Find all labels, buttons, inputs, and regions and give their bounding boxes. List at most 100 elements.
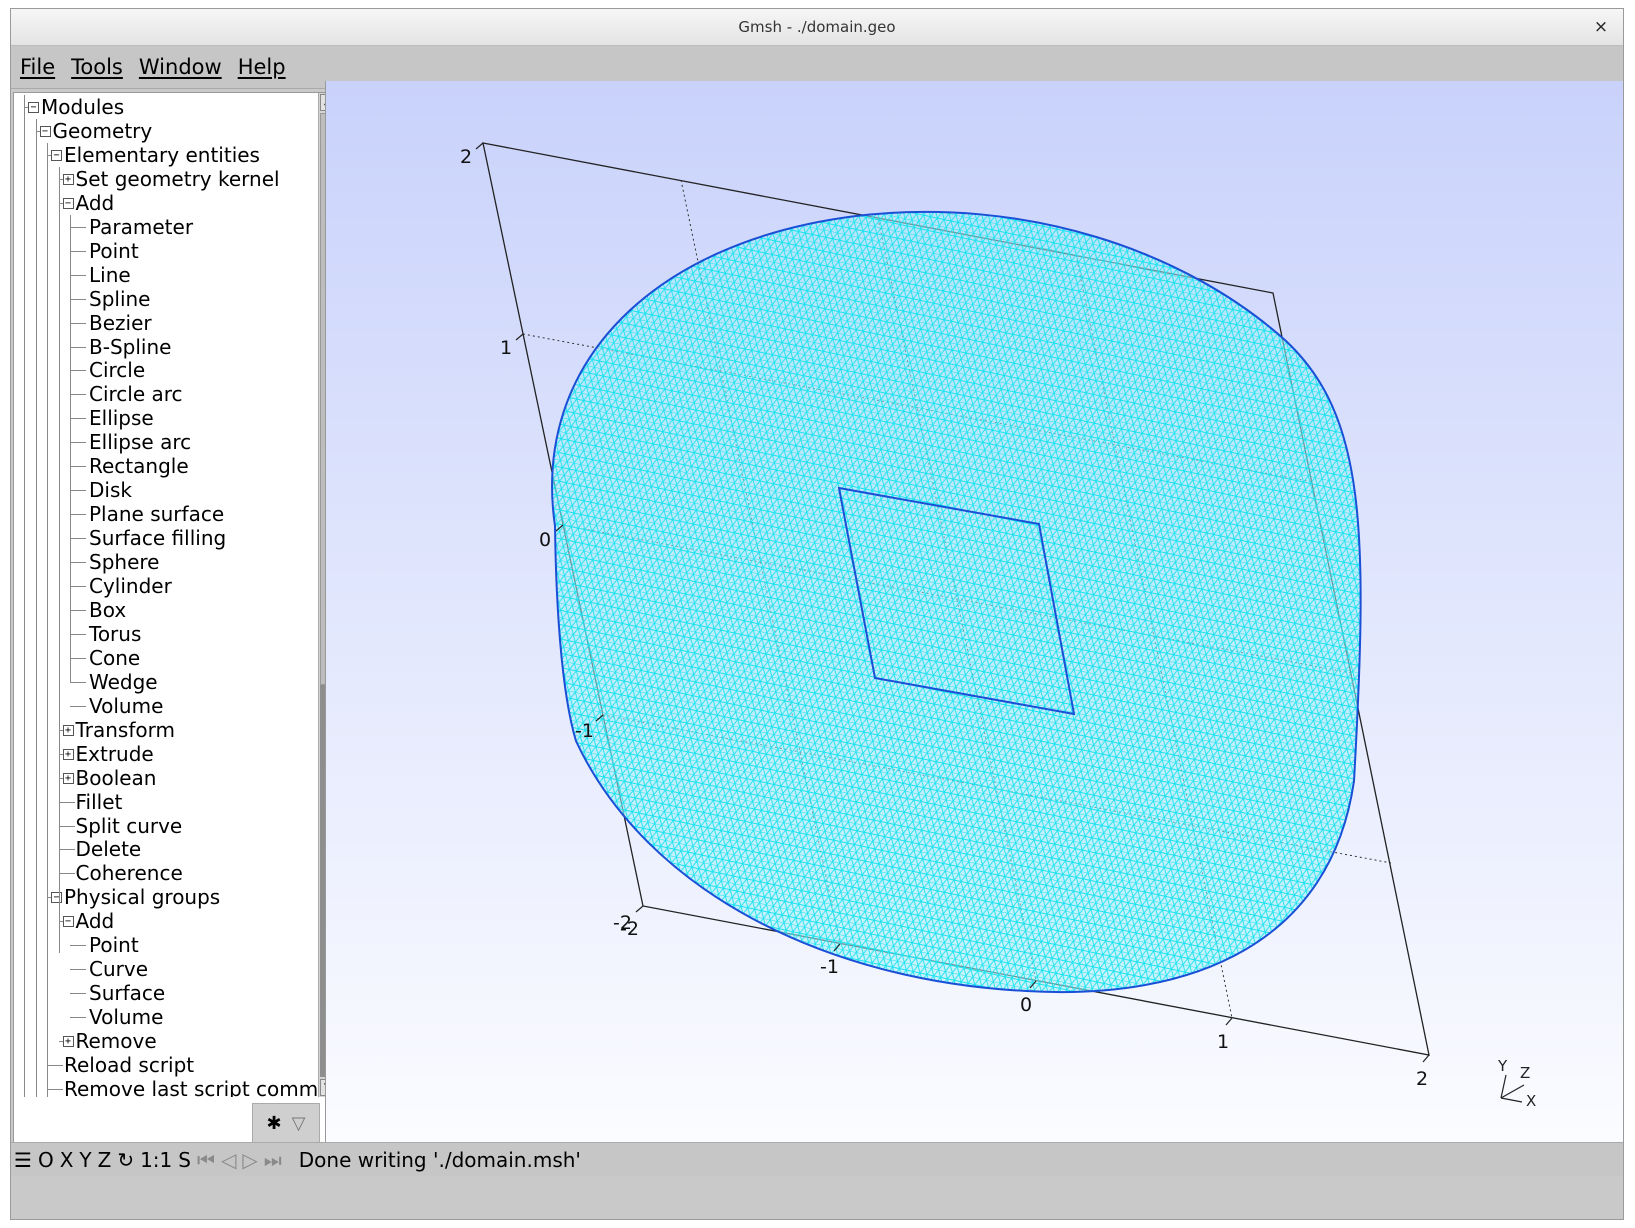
expand-icon[interactable]: + (62, 748, 74, 760)
tree-item-torus[interactable]: Torus (89, 622, 141, 647)
tree-item-split-curve[interactable]: Split curve (76, 814, 183, 839)
tree-item-curve[interactable]: Curve (89, 957, 148, 982)
module-tree-panel: − Modules − Geometry − Elementary entities + Se… (13, 92, 337, 1149)
tree-connector (70, 562, 86, 564)
tree-connector (58, 849, 75, 851)
select-s-button[interactable]: S (175, 1148, 194, 1172)
tree-guide (35, 119, 37, 1148)
expand-icon[interactable]: + (62, 1036, 74, 1048)
rotate-icon[interactable]: ↻ (114, 1148, 137, 1172)
tree-guide (47, 143, 48, 1148)
view-x-button[interactable]: X (57, 1148, 77, 1172)
collapse-icon[interactable]: − (51, 892, 62, 904)
tree-item-volume[interactable]: Volume (89, 1005, 163, 1030)
tree-item-volume[interactable]: Volume (89, 694, 163, 719)
collapse-icon[interactable]: − (62, 916, 74, 928)
tree-connector (70, 490, 86, 492)
tree-item-wedge[interactable]: Wedge (89, 670, 158, 695)
tree-item-disk[interactable]: Disk (89, 478, 132, 503)
tree-item-point[interactable]: Point (89, 933, 139, 958)
tree-connector (70, 274, 86, 276)
collapse-icon[interactable]: − (51, 149, 62, 161)
tree-item-reload-script[interactable]: Reload script (64, 1053, 194, 1078)
play-icon[interactable]: ▷ (239, 1148, 260, 1172)
tree-connector (70, 466, 86, 468)
close-button[interactable]: × (1589, 15, 1613, 39)
tree-connector (70, 370, 86, 372)
scale-button[interactable]: 1:1 (137, 1148, 175, 1172)
tree-item-ellipse[interactable]: Ellipse (89, 406, 154, 431)
tree-item-b-spline[interactable]: B-Spline (89, 335, 171, 360)
axis-label-x-2: 2 (1416, 1068, 1428, 1090)
tree-item-box[interactable]: Box (89, 598, 126, 623)
menu-tools[interactable]: Tools (63, 55, 131, 79)
tree-item-rectangle[interactable]: Rectangle (89, 454, 189, 479)
options-button[interactable]: ✱ ▽ (252, 1103, 320, 1143)
tree-item-circle-arc[interactable]: Circle arc (89, 382, 183, 407)
tree-item-transform[interactable]: Transform (76, 718, 175, 743)
gear-icon: ✱ (266, 1112, 282, 1134)
tree-connector (70, 298, 86, 300)
triad-z-label: Z (1520, 1064, 1530, 1082)
tree-connector (58, 825, 75, 827)
tree-item-spline[interactable]: Spline (89, 287, 150, 312)
axis-label-y-0: 0 (539, 529, 551, 551)
tree-item-elementary-entities[interactable]: Elementary entities (64, 143, 260, 168)
tree-connector (70, 538, 86, 540)
tree-item-physical-groups[interactable]: Physical groups (64, 885, 220, 910)
graphics-viewport[interactable]: 2 1 0 -1 -2 -2 -1 0 1 2 Y Z X (325, 81, 1624, 1143)
tree-item-coherence[interactable]: Coherence (76, 861, 183, 886)
tree-item-sphere[interactable]: Sphere (89, 550, 159, 575)
expand-icon[interactable]: + (62, 173, 74, 185)
axes-triad-icon: Y Z X (1497, 1057, 1536, 1110)
collapse-icon[interactable]: − (39, 125, 51, 137)
tree-item-fillet[interactable]: Fillet (76, 790, 123, 815)
tree-item-boolean[interactable]: Boolean (76, 766, 157, 791)
view-y-button[interactable]: Y (76, 1148, 94, 1172)
tree-connector (70, 609, 86, 611)
first-step-icon[interactable]: ⏮ (194, 1148, 218, 1172)
tree-item-plane-surface[interactable]: Plane surface (89, 502, 224, 527)
tree-item-ellipse-arc[interactable]: Ellipse arc (89, 430, 191, 455)
tree-item-set-geometry-kernel[interactable]: Set geometry kernel (76, 167, 280, 192)
axis-label-x-1: 1 (1217, 1031, 1229, 1053)
menu-help[interactable]: Help (230, 55, 294, 79)
tree-item-circle[interactable]: Circle (89, 358, 145, 383)
view-origin-button[interactable]: O (35, 1148, 57, 1172)
tree-item-surface-filling[interactable]: Surface filling (89, 526, 226, 551)
dropdown-triangle-icon: ▽ (291, 1112, 306, 1134)
mesh-view[interactable]: 2 1 0 -1 -2 -2 -1 0 1 2 Y Z X (326, 81, 1624, 1143)
tree-item-delete[interactable]: Delete (76, 837, 142, 862)
tree-item-point[interactable]: Point (89, 239, 139, 264)
disk-mesh-surface[interactable] (326, 81, 1624, 1143)
tree-item-geometry[interactable]: Geometry (53, 119, 153, 144)
tree-item-modules[interactable]: Modules (41, 95, 124, 120)
collapse-icon[interactable]: − (28, 102, 39, 113)
tree-guide (24, 95, 25, 1148)
tree-item-surface[interactable]: Surface (89, 981, 165, 1006)
tree-item-cylinder[interactable]: Cylinder (89, 574, 172, 599)
menu-window[interactable]: Window (131, 55, 230, 79)
prev-step-icon[interactable]: ◁ (218, 1148, 239, 1172)
expand-icon[interactable]: + (62, 724, 74, 736)
tree-connector (70, 322, 86, 324)
tree-item-add[interactable]: Add (76, 191, 115, 216)
expand-icon[interactable]: + (62, 772, 74, 784)
tree-item-extrude[interactable]: Extrude (76, 742, 154, 767)
tree-item-parameter[interactable]: Parameter (89, 215, 193, 240)
tree-item-remove[interactable]: Remove (76, 1029, 157, 1054)
view-z-button[interactable]: Z (95, 1148, 115, 1172)
tree-item-add[interactable]: Add (76, 909, 115, 934)
status-bar: ☰ O X Y Z ↻ 1:1 S ⏮ ◁ ▷ ⏭ Done writing '… (11, 1142, 1623, 1176)
tree-item-line[interactable]: Line (89, 263, 131, 288)
menu-file[interactable]: File (11, 55, 63, 79)
axis-label-x-0: 0 (1020, 994, 1032, 1016)
tree-item-cone[interactable]: Cone (89, 646, 140, 671)
app-window: Gmsh - ./domain.geo × File Tools Window … (10, 8, 1624, 1220)
next-step-icon[interactable]: ⏭ (261, 1148, 285, 1172)
menu-lines-icon[interactable]: ☰ (11, 1148, 35, 1172)
tree-connector (70, 394, 86, 396)
tree-connector (70, 346, 86, 348)
tree-item-bezier[interactable]: Bezier (89, 311, 152, 336)
collapse-icon[interactable]: − (62, 197, 74, 209)
